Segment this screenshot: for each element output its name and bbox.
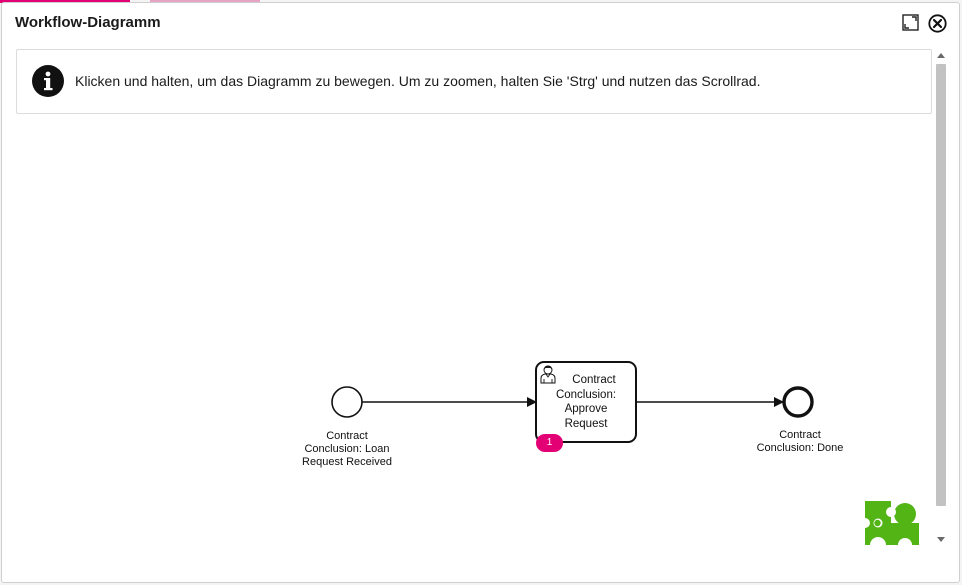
dialog-title: Workflow-Diagramm [15,14,161,31]
end-event-label: Contract Conclusion: Done [751,429,849,455]
user-task-label-line: Approve [564,403,608,415]
diagram-canvas[interactable]: Contract Conclusion: Loan Request Receiv… [16,118,932,548]
end-event[interactable] [782,386,814,418]
maximize-button[interactable] [902,14,920,32]
user-task-label-line: Contract [572,374,616,386]
diagram-svg [331,361,814,443]
info-icon [32,65,64,97]
close-circle-icon [928,14,947,33]
start-event-label: Contract Conclusion: Loan Request Receiv… [295,430,399,469]
start-event[interactable] [331,386,363,418]
close-button[interactable] [928,14,947,33]
vertical-scrollbar[interactable] [935,51,947,545]
bpmn-puzzle-logo[interactable] [865,501,919,545]
start-event-label-line: Conclusion: Loan [304,443,390,455]
scroll-thumb[interactable] [936,64,946,506]
workflow-dialog: Workflow-Diagramm Klicken und halten, um… [1,2,960,583]
scroll-down-arrow-icon[interactable] [937,537,945,542]
user-task-label: Contract Conclusion: Approve Request [537,373,635,431]
info-box: Klicken und halten, um das Diagramm zu b… [16,49,932,114]
end-event-label-line: Contract [779,429,821,441]
start-event-label-line: Contract [326,430,368,442]
info-text: Klicken und halten, um das Diagramm zu b… [75,73,761,89]
dialog-header: Workflow-Diagramm [2,3,959,43]
scroll-up-arrow-icon[interactable] [937,53,945,58]
user-task-label-line: Request [564,417,608,430]
maximize-icon [902,14,919,31]
start-event-label-line: Request Received [302,456,392,468]
end-event-label-line: Conclusion: Done [756,442,844,454]
user-task-label-line: Conclusion: [555,388,617,401]
task-count-badge[interactable]: 1 [536,434,563,452]
